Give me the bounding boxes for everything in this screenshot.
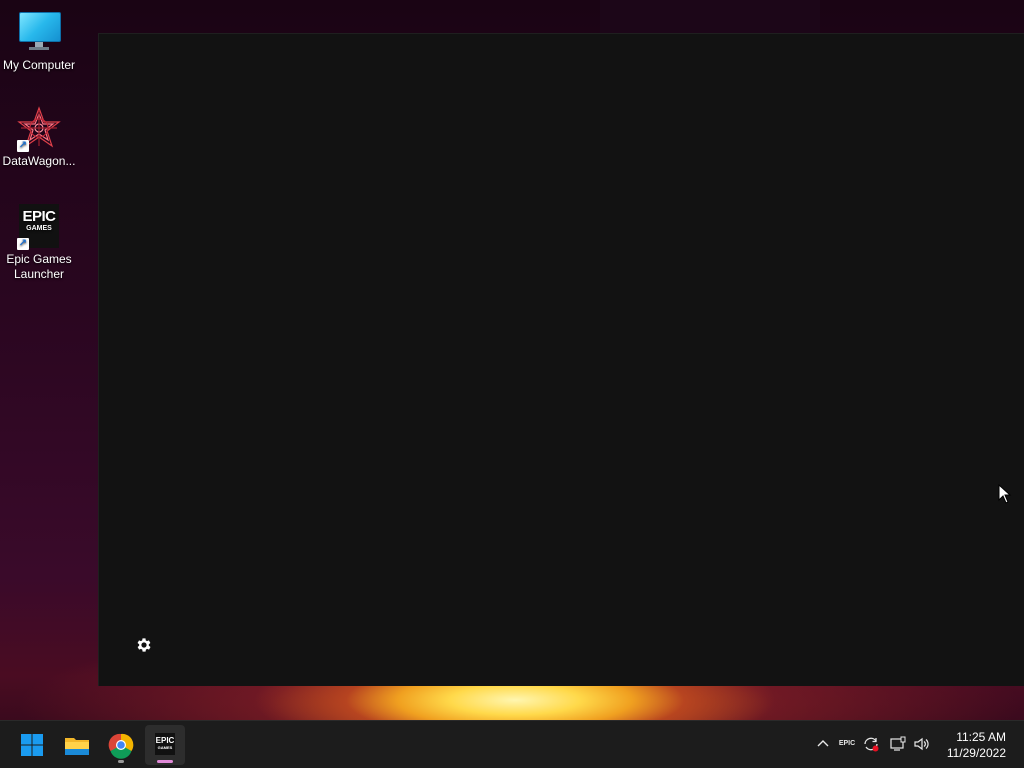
desktop-icon-label: My Computer	[2, 58, 76, 72]
epic-logo-subtext: GAMES	[157, 745, 173, 750]
epic-games-icon: EPIC GAMES	[155, 733, 175, 755]
taskbar-file-explorer[interactable]	[57, 725, 97, 765]
desktop: My Computer ↗ DataWagon... EPIC GAMES ↗ …	[0, 0, 1024, 768]
epic-tray-text: EPIC	[838, 740, 856, 747]
desktop-icon-datawagon[interactable]: ↗ DataWagon...	[0, 106, 78, 169]
top-window-strip	[600, 0, 820, 34]
network-icon[interactable]	[889, 735, 907, 753]
desktop-icon-epic-games-launcher[interactable]: EPIC GAMES ↗ Epic Games Launcher	[0, 204, 78, 282]
taskbar-epic-games-launcher[interactable]: EPIC GAMES	[145, 725, 185, 765]
desktop-icon-my-computer[interactable]: My Computer	[0, 10, 78, 73]
volume-icon[interactable]	[913, 735, 931, 753]
shortcut-arrow-icon: ↗	[17, 238, 29, 250]
chevron-up-icon[interactable]	[814, 735, 832, 753]
taskbar-clock[interactable]: 11:25 AM 11/29/2022	[947, 729, 1006, 761]
epic-games-launcher-window	[98, 33, 1024, 686]
desktop-icon-label: DataWagon...	[2, 154, 76, 168]
epic-tray-icon[interactable]: EPIC	[838, 735, 856, 753]
taskbar: EPIC GAMES EPIC 11:25 AM 11/29/2022	[0, 720, 1024, 768]
folder-icon	[65, 738, 89, 755]
start-button[interactable]	[12, 725, 52, 765]
desktop-icon-label-line1: Epic Games	[6, 252, 72, 266]
gear-icon[interactable]	[135, 636, 153, 654]
epic-logo-text: EPIC	[155, 736, 175, 745]
sync-icon[interactable]	[862, 735, 880, 753]
taskbar-chrome[interactable]	[101, 725, 141, 765]
clock-time: 11:25 AM	[956, 730, 1006, 744]
desktop-icon-label-line2: Launcher	[13, 267, 65, 281]
monitor-icon	[17, 10, 61, 54]
running-indicator	[118, 760, 124, 763]
mouse-cursor-icon	[998, 483, 1012, 504]
shortcut-arrow-icon: ↗	[17, 140, 29, 152]
windows-start-icon	[21, 734, 43, 756]
epic-logo-subtext: GAMES	[26, 225, 52, 232]
datawagon-icon: ↗	[17, 106, 61, 152]
active-indicator	[157, 760, 173, 763]
chrome-icon	[108, 733, 134, 759]
epic-games-icon: EPIC GAMES ↗	[17, 204, 61, 250]
epic-logo-text: EPIC	[22, 208, 56, 225]
clock-date: 11/29/2022	[946, 746, 1006, 760]
